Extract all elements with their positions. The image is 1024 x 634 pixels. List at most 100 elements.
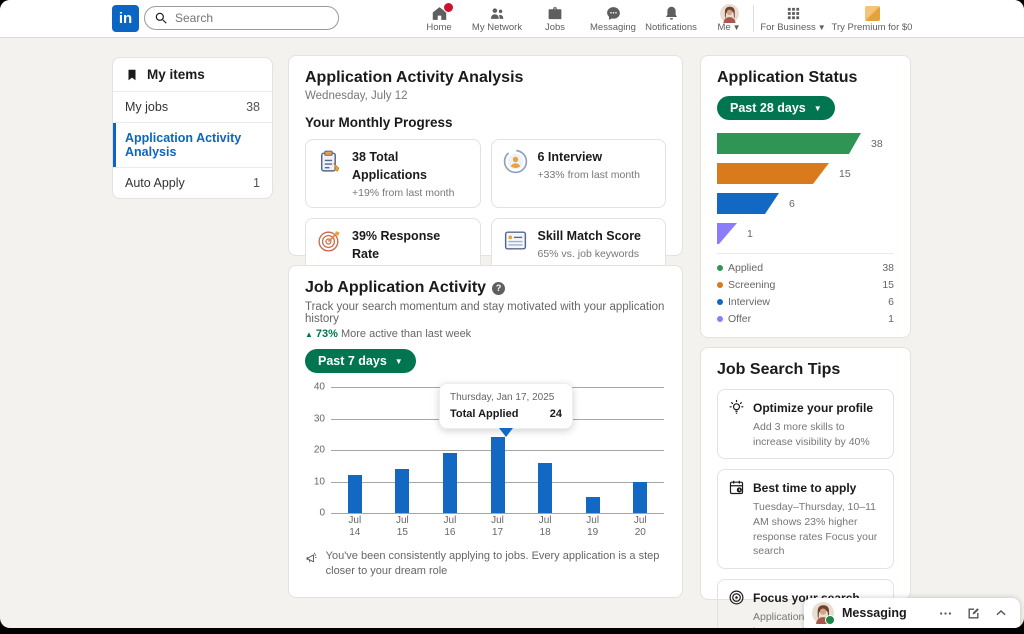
past-28-days-filter[interactable]: Past 28 days ▼ xyxy=(717,96,835,120)
tip-best-time-to-apply[interactable]: Best time to apply Tuesday–Thursday, 10–1… xyxy=(717,469,894,570)
status-funnel-chart: 38 15 6 1 xyxy=(717,133,894,244)
job-application-activity-card: Job Application Activity ? Track your se… xyxy=(288,265,683,598)
nav-item-label: Jobs xyxy=(544,21,566,33)
monthly-progress-title: Your Monthly Progress xyxy=(305,115,453,130)
chevron-down-icon: ▼ xyxy=(732,22,741,32)
legend-value: 1 xyxy=(888,313,894,325)
stat-subtitle: +33% from last month xyxy=(537,169,640,181)
nav-my-network[interactable]: My Network xyxy=(468,0,526,37)
nav-jobs[interactable]: Jobs xyxy=(526,0,584,37)
my-items-title: My items xyxy=(147,67,205,82)
y-axis-tick: 40 xyxy=(313,381,325,393)
funnel-stage-applied[interactable]: 38 xyxy=(717,133,894,154)
chevron-down-icon: ▼ xyxy=(813,103,822,113)
trend-value: 73% xyxy=(315,328,338,340)
nav-try-premium[interactable]: Try Premium for $0 xyxy=(826,0,918,37)
activity-subtitle: Track your search momentum and stay moti… xyxy=(305,301,665,325)
avatar-icon xyxy=(719,3,739,23)
legend-label: Offer xyxy=(728,313,752,325)
tips-title: Job Search Tips xyxy=(717,361,841,378)
sidebar-item-label: Auto Apply xyxy=(125,176,185,190)
clipboard-icon xyxy=(316,148,343,175)
past-7-days-filter[interactable]: Past 7 days ▼ xyxy=(305,349,416,373)
nav-messaging[interactable]: Messaging xyxy=(584,0,642,37)
nav-item-label: Messaging xyxy=(590,21,636,33)
bar-jul-20[interactable] xyxy=(633,481,648,513)
search-input[interactable] xyxy=(144,6,339,30)
legend-row-offer: Offer 1 xyxy=(717,313,894,325)
legend-value: 6 xyxy=(888,296,894,308)
premium-icon xyxy=(864,5,880,22)
bar-jul-19[interactable] xyxy=(585,497,600,513)
nav-item-label: My Network xyxy=(471,21,523,33)
legend-dot-icon xyxy=(717,265,723,271)
search-icon xyxy=(155,12,167,24)
legend-row-applied: Applied 38 xyxy=(717,262,894,274)
avatar xyxy=(812,602,835,625)
nav-item-label: Home xyxy=(426,21,452,33)
y-axis-tick: 30 xyxy=(313,413,325,424)
document-icon xyxy=(502,227,529,254)
x-axis-tick: Jul 19 xyxy=(586,515,600,538)
online-status-dot xyxy=(825,615,835,625)
applications-bar-chart: Thursday, Jan 17, 2025 Total Applied 24 … xyxy=(305,381,666,539)
x-axis-tick: Jul 15 xyxy=(395,515,409,538)
tip-title: Optimize your profile xyxy=(753,400,874,415)
legend-row-screening: Screening 15 xyxy=(717,279,894,291)
chart-tooltip: Thursday, Jan 17, 2025 Total Applied 24 xyxy=(439,383,573,437)
bar-jul-18[interactable] xyxy=(538,462,553,513)
grid-icon xyxy=(786,5,801,22)
job-search-tips-card: Job Search Tips Optimize your profile Add… xyxy=(700,347,911,628)
target-icon xyxy=(316,227,343,254)
tip-optimize-your-profile[interactable]: Optimize your profile Add 3 more skills t… xyxy=(717,389,894,460)
search-box xyxy=(144,6,339,30)
bar-jul-17[interactable] xyxy=(490,437,505,513)
x-axis-tick: Jul 18 xyxy=(538,515,552,538)
bar-jul-14[interactable] xyxy=(347,475,362,513)
funnel-stage-offer[interactable]: 1 xyxy=(717,223,894,244)
funnel-value: 38 xyxy=(871,137,883,150)
y-axis-tick: 10 xyxy=(313,476,325,487)
stat-tile-person[interactable]: 6 Interview +33% from last month xyxy=(490,139,666,208)
stat-tile-clipboard[interactable]: 38 Total Applications +19% from last mont… xyxy=(305,139,481,208)
linkedin-logo[interactable]: in xyxy=(112,5,139,32)
sidebar-item-my-jobs[interactable]: My jobs 38 xyxy=(113,92,272,123)
application-activity-analysis-card: Application Activity Analysis Wednesday,… xyxy=(288,55,683,287)
nav-home[interactable]: Home xyxy=(410,0,468,37)
help-icon[interactable]: ? xyxy=(492,281,506,295)
y-axis-tick: 20 xyxy=(313,444,325,456)
trend-text: More active than last week xyxy=(340,328,472,340)
chevron-up-icon[interactable] xyxy=(994,606,1008,620)
nav-item-label: Notifications xyxy=(645,21,697,33)
tip-title: Best time to apply xyxy=(753,480,857,495)
tooltip-value: 24 xyxy=(549,408,562,420)
funnel-stage-screening[interactable]: 15 xyxy=(717,163,894,184)
nav-me[interactable]: Me ▼ xyxy=(700,0,758,37)
stat-subtitle: +19% from last month xyxy=(352,187,455,199)
bookmark-icon xyxy=(128,69,136,80)
bar-jul-15[interactable] xyxy=(395,468,410,513)
x-axis-tick: Jul 16 xyxy=(443,515,457,538)
stat-subtitle: 65% vs. job keywords xyxy=(537,248,640,260)
premium-label: Try Premium for $0 xyxy=(831,21,913,33)
stat-title: 6 Interview xyxy=(537,150,603,164)
legend-row-interview: Interview 6 xyxy=(717,296,894,308)
funnel-stage-interview[interactable]: 6 xyxy=(717,193,894,214)
funnel-bar xyxy=(717,133,861,154)
nav-notifications[interactable]: Notifications xyxy=(642,0,700,37)
nav-for-business[interactable]: For Business ▼ xyxy=(758,0,828,37)
messaging-panel[interactable]: Messaging xyxy=(804,598,1020,628)
sidebar-item-application-activity-analysis[interactable]: Application Activity Analysis xyxy=(113,123,272,168)
legend-label: Applied xyxy=(728,262,764,274)
more-options-icon[interactable] xyxy=(938,606,953,621)
compose-icon[interactable] xyxy=(966,606,981,621)
nav-item-label: Me ▼ xyxy=(717,21,741,33)
lightbulb-icon xyxy=(728,399,745,416)
sidebar-item-auto-apply[interactable]: Auto Apply 1 xyxy=(113,168,272,198)
stat-title: Skill Match Score xyxy=(537,229,642,243)
sidebar-item-count: 38 xyxy=(246,100,260,114)
chevron-down-icon: ▼ xyxy=(817,22,826,32)
bar-jul-16[interactable] xyxy=(442,453,457,513)
tooltip-date: Thursday, Jan 17, 2025 xyxy=(450,392,555,403)
my-items-header: My items xyxy=(113,58,272,92)
